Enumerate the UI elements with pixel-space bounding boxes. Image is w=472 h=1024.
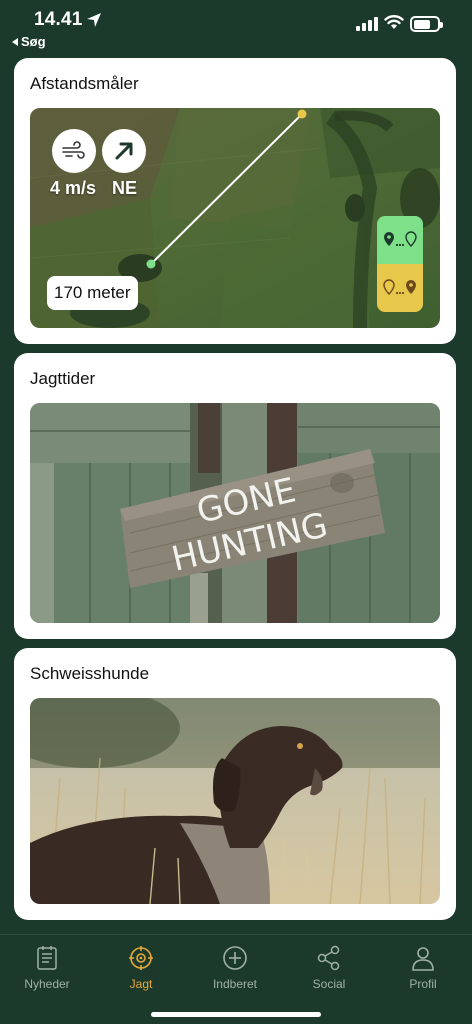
target-icon [129,946,153,970]
card-title: Jagttider [30,369,96,388]
marker-toggle[interactable] [377,216,423,312]
location-arrow-icon [87,13,101,27]
cellular-signal-icon [356,17,378,31]
tab-label: Social [312,977,346,991]
card-title: Afstandsmåler [30,74,139,93]
tab-label: Nyheder [24,977,70,991]
gone-hunting-illustration: GONE HUNTING [30,403,440,623]
tab-profil[interactable]: Profil [376,945,470,991]
start-marker-toggle[interactable] [377,216,423,264]
wind-speed-value: 4 m/s [50,178,97,198]
status-time: 14.41 [34,9,83,30]
back-to-search-link[interactable]: Søg [12,34,46,49]
bottom-tab-bar: Nyheder Jagt Indberet Social Profil [0,934,472,1024]
distance-map[interactable]: 4 m/s NE 170 meter [30,108,440,328]
news-icon [37,946,57,970]
tab-jagt[interactable]: Jagt [94,945,188,991]
end-point-marker [297,109,307,119]
share-icon [317,945,340,971]
battery-icon [410,16,443,32]
tab-label: Indberet [212,977,258,991]
dog-in-grass-illustration [30,698,440,904]
home-indicator[interactable] [151,1012,321,1017]
distance-label: 170 meter [47,276,138,310]
wifi-icon [384,15,404,29]
card-title: Schweisshunde [30,664,150,683]
tab-social[interactable]: Social [282,945,376,991]
arrow-up-right-icon [115,142,133,160]
plus-circle-icon [223,946,247,970]
tab-label: Profil [409,977,437,991]
gone-hunting-image: GONE HUNTING [30,403,440,623]
person-icon [412,947,434,971]
status-bar: 14.41 Søg [0,0,472,52]
distance-measurer-card[interactable]: Afstandsmåler 4 m/s NE 170 meter [14,58,456,344]
start-point-marker [146,259,156,269]
wind-icon [62,141,85,159]
pin-to-pin-icon [383,279,416,295]
tab-label: Jagt [129,977,153,991]
tracking-dog-image [30,698,440,904]
back-triangle-icon [12,37,18,46]
wind-direction-value: NE [112,178,138,198]
end-marker-toggle[interactable] [377,264,423,312]
tracking-dogs-card[interactable]: Schweisshunde [14,648,456,920]
pin-to-pin-icon [384,231,417,247]
wind-speed-button[interactable] [52,129,96,173]
back-label: Søg [21,34,46,49]
hunting-times-card[interactable]: Jagttider GONE HUNTING [14,353,456,639]
tab-indberet[interactable]: Indberet [188,945,282,991]
wind-direction-button[interactable] [102,129,146,173]
tab-nyheder[interactable]: Nyheder [0,945,94,991]
